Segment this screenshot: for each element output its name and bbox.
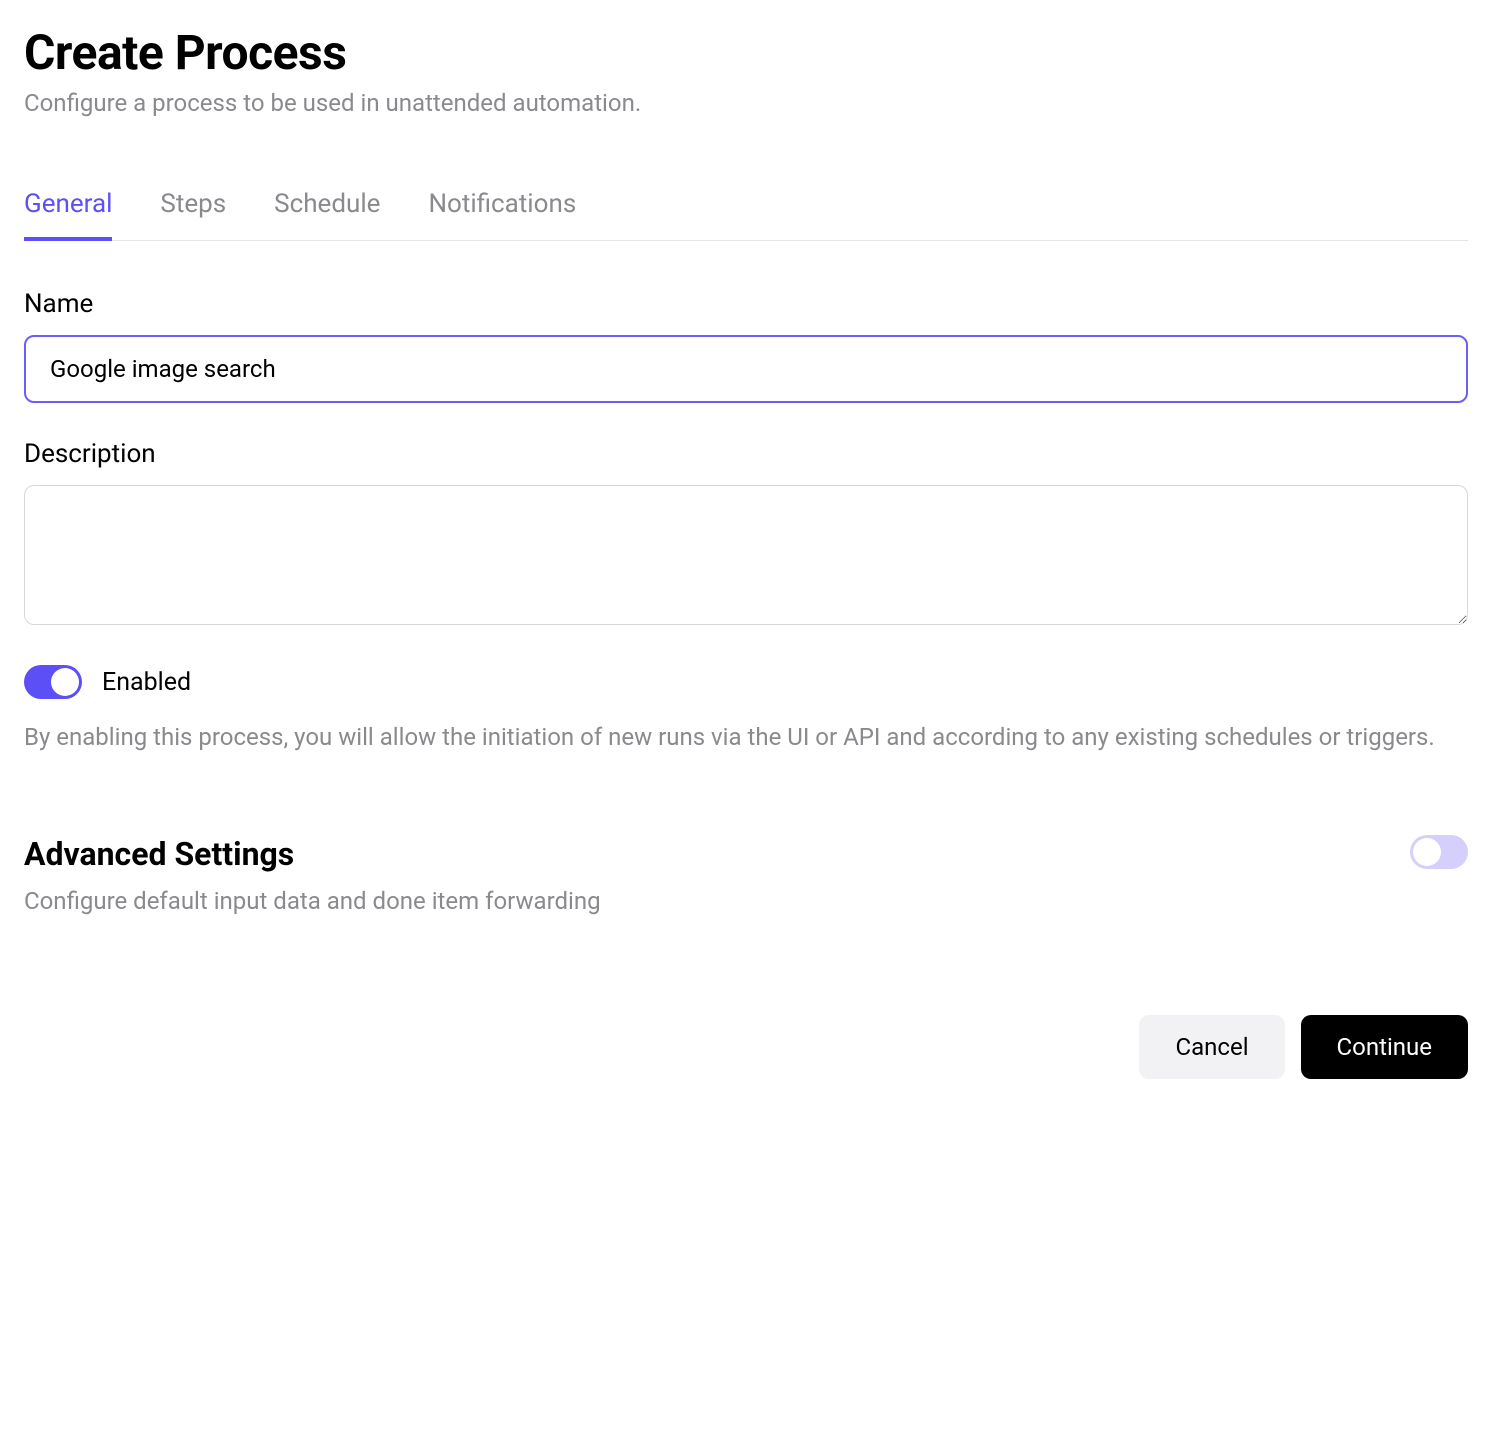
- enabled-toggle[interactable]: [24, 665, 82, 699]
- description-field-group: Description: [24, 439, 1468, 629]
- description-input[interactable]: [24, 485, 1468, 625]
- advanced-title: Advanced Settings: [24, 835, 1410, 873]
- tab-notifications[interactable]: Notifications: [428, 189, 576, 241]
- name-field-group: Name: [24, 289, 1468, 403]
- page-subtitle: Configure a process to be used in unatte…: [24, 89, 1468, 117]
- enabled-label: Enabled: [102, 668, 191, 697]
- toggle-knob: [51, 668, 79, 696]
- description-label: Description: [24, 439, 1468, 469]
- enabled-toggle-row: Enabled: [24, 665, 1468, 699]
- continue-button[interactable]: Continue: [1301, 1015, 1468, 1079]
- tab-steps[interactable]: Steps: [160, 189, 226, 241]
- page-title: Create Process: [24, 24, 1468, 81]
- tab-general[interactable]: General: [24, 189, 112, 241]
- tabs-container: General Steps Schedule Notifications: [24, 189, 1468, 241]
- tab-schedule[interactable]: Schedule: [274, 189, 380, 241]
- name-label: Name: [24, 289, 1468, 319]
- footer-buttons: Cancel Continue: [24, 1015, 1468, 1079]
- advanced-section: Advanced Settings Configure default inpu…: [24, 835, 1468, 915]
- enabled-help-text: By enabling this process, you will allow…: [24, 719, 1468, 755]
- toggle-knob: [1413, 838, 1441, 866]
- cancel-button[interactable]: Cancel: [1139, 1015, 1284, 1079]
- advanced-subtitle: Configure default input data and done it…: [24, 887, 1410, 915]
- advanced-toggle[interactable]: [1410, 835, 1468, 869]
- name-input[interactable]: [24, 335, 1468, 403]
- advanced-left: Advanced Settings Configure default inpu…: [24, 835, 1410, 915]
